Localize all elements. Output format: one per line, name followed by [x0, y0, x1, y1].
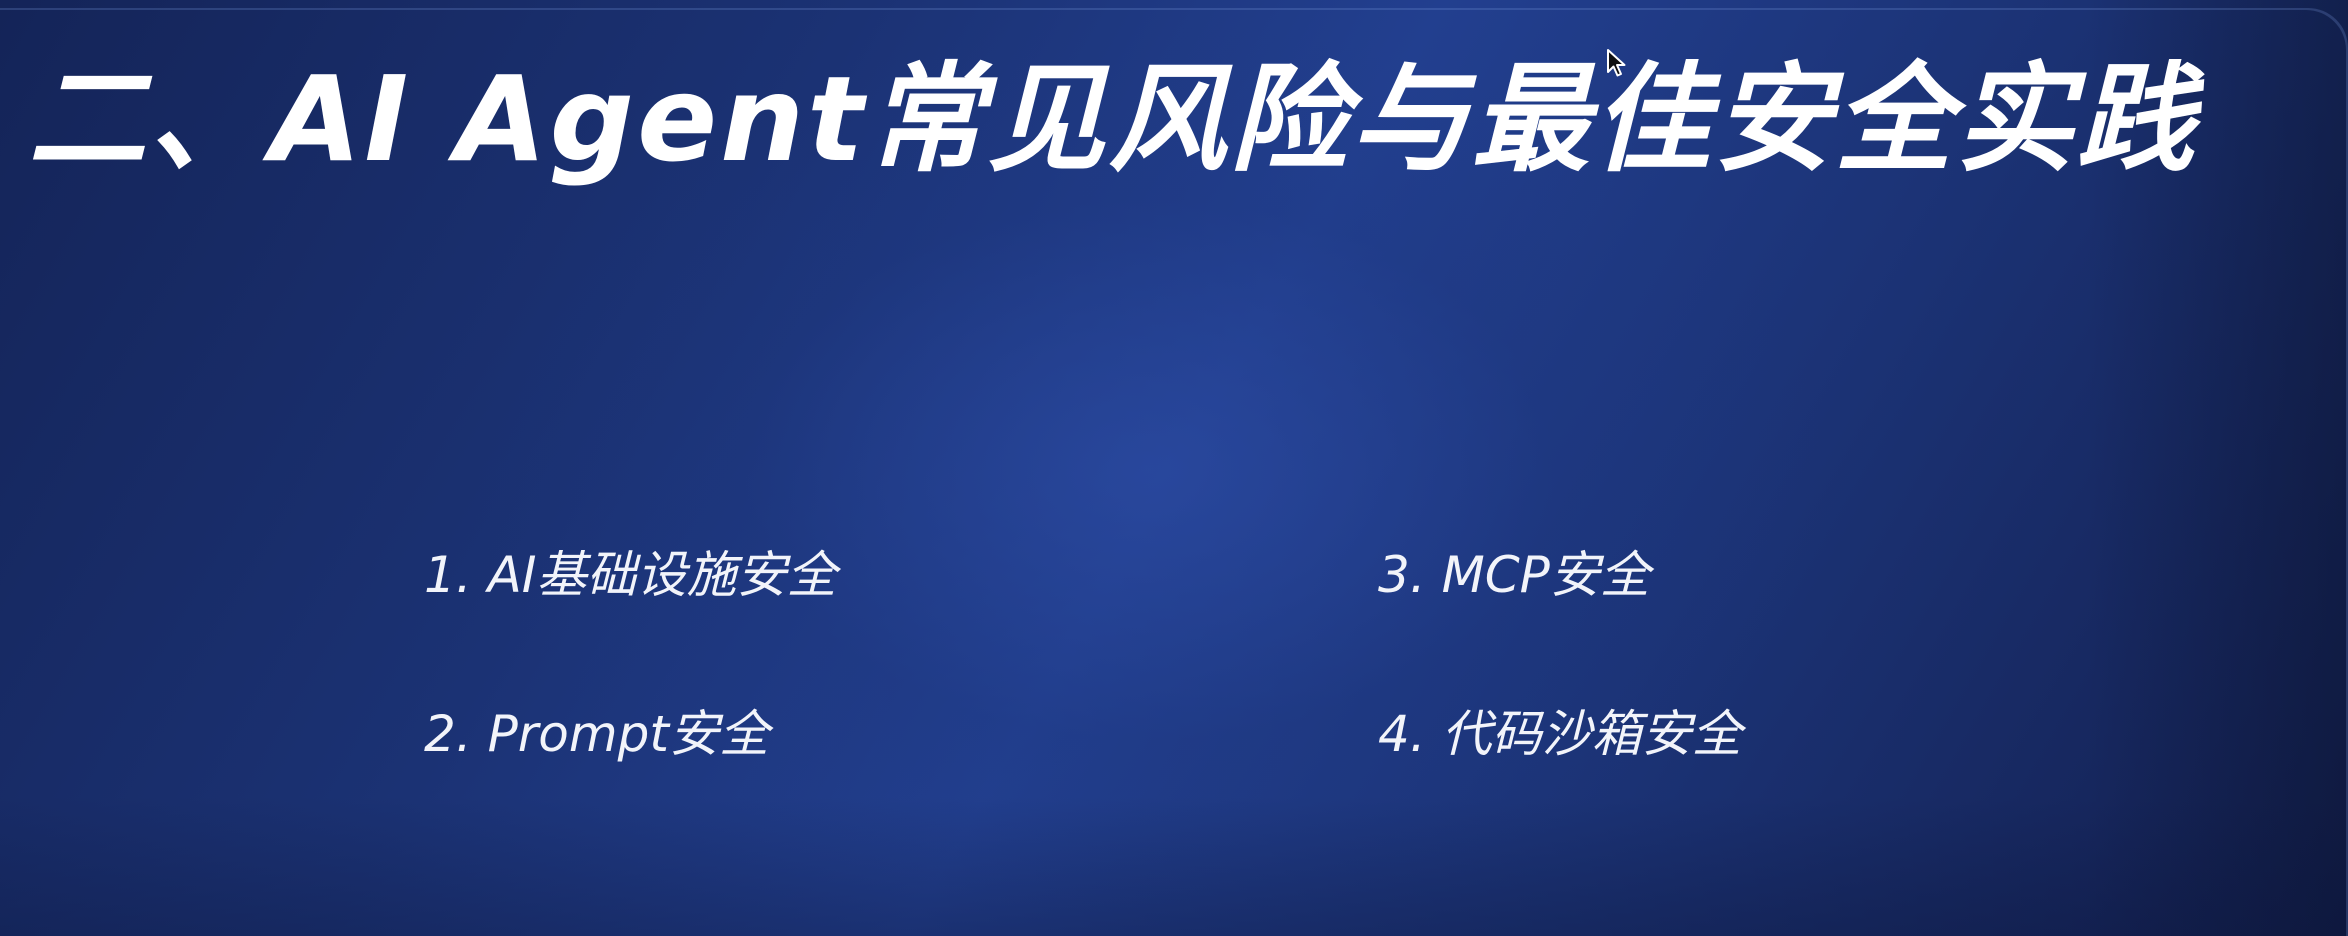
slide-title: 二、AI Agent常见风险与最佳安全实践	[28, 50, 2198, 188]
presentation-slide: 二、AI Agent常见风险与最佳安全实践 1. AI基础设施安全 2. Pro…	[0, 0, 2348, 936]
mouse-pointer-icon	[1607, 49, 1626, 77]
agenda-item-prompt-security: 2. Prompt安全	[424, 705, 769, 763]
agenda-item-ai-infrastructure-security: 1. AI基础设施安全	[424, 546, 837, 604]
agenda-item-mcp-security: 3. MCP安全	[1378, 546, 1650, 604]
background-vignette-bottom	[0, 796, 2348, 936]
agenda-item-code-sandbox-security: 4. 代码沙箱安全	[1378, 705, 1742, 763]
